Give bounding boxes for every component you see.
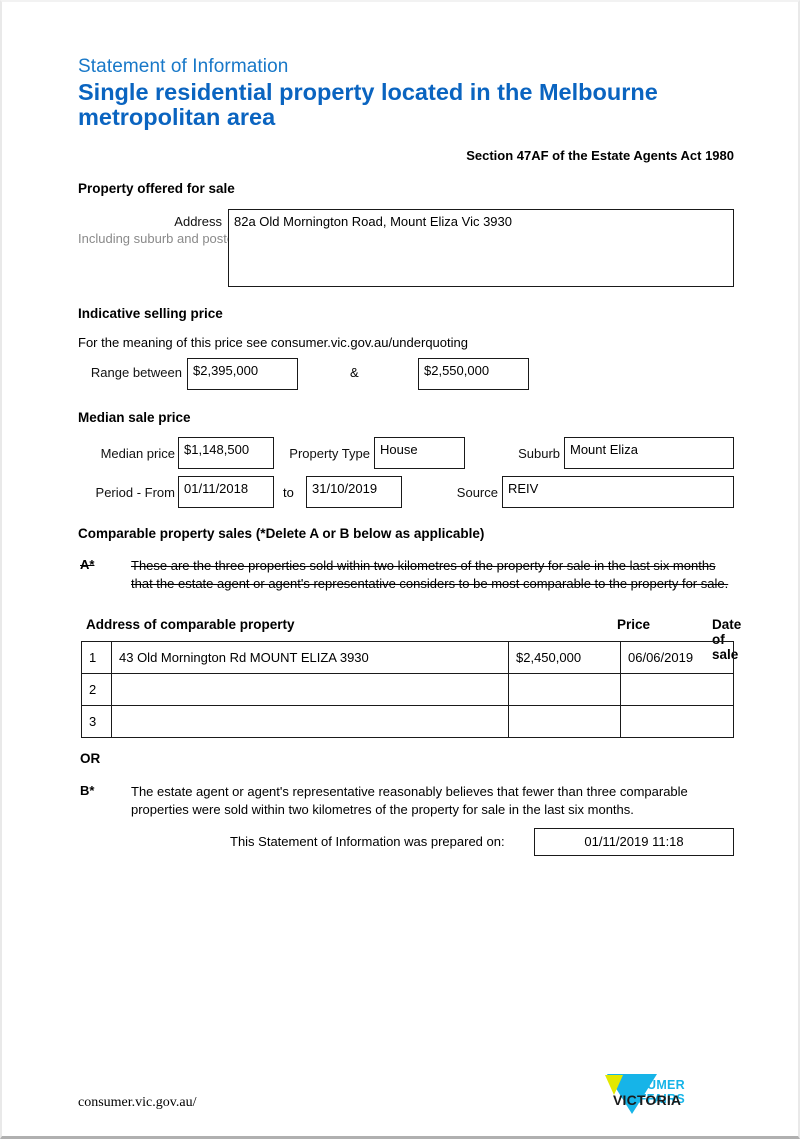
- period-from-label: Period - From: [95, 485, 175, 500]
- range-low-input[interactable]: $2,395,000: [187, 358, 298, 390]
- or-label: OR: [80, 751, 101, 766]
- ampersand-label: &: [350, 365, 359, 380]
- property-type-input[interactable]: House: [374, 437, 465, 469]
- row-price[interactable]: [508, 673, 621, 706]
- address-sublabel: Including suburb and postcode: [78, 231, 256, 246]
- suburb-input[interactable]: Mount Eliza: [564, 437, 734, 469]
- row-number: 3: [81, 705, 112, 738]
- table-row[interactable]: 3: [81, 705, 734, 738]
- comparable-table-header: Address of comparable property Price Dat…: [86, 617, 741, 662]
- section-heading-property: Property offered for sale: [78, 181, 235, 196]
- row-address[interactable]: [111, 705, 509, 738]
- median-price-input[interactable]: $1,148,500: [178, 437, 274, 469]
- option-b-marker: B*: [80, 783, 95, 798]
- period-to-label: to: [283, 485, 294, 500]
- document-subtitle: Statement of Information: [78, 56, 289, 77]
- act-reference: Section 47AF of the Estate Agents Act 19…: [466, 148, 734, 163]
- period-from-input[interactable]: 01/11/2018: [178, 476, 274, 508]
- page-title: Single residential property located in t…: [78, 79, 658, 130]
- underquoting-note: For the meaning of this price see consum…: [78, 335, 468, 350]
- document-page: Statement of Information Single resident…: [0, 0, 800, 1139]
- row-date[interactable]: [620, 705, 734, 738]
- option-b-text: The estate agent or agent's representati…: [131, 784, 688, 817]
- address-input[interactable]: 82a Old Mornington Road, Mount Eliza Vic…: [228, 209, 734, 287]
- period-to-input[interactable]: 31/10/2019: [306, 476, 402, 508]
- prepared-on-value[interactable]: 01/11/2019 11:18: [534, 828, 734, 856]
- row-number: 2: [81, 673, 112, 706]
- section-heading-median: Median sale price: [78, 410, 191, 425]
- address-label: Address: [174, 214, 222, 229]
- section-heading-indicative: Indicative selling price: [78, 306, 223, 321]
- row-date[interactable]: 06/06/2019: [620, 641, 734, 674]
- col-header-price: Price: [617, 617, 651, 632]
- range-high-input[interactable]: $2,550,000: [418, 358, 529, 390]
- option-a-text: These are the three properties sold with…: [131, 558, 729, 591]
- option-a-marker: A*: [80, 557, 95, 572]
- section-heading-comparable: Comparable property sales (*Delete A or …: [78, 526, 485, 541]
- table-row[interactable]: 2: [81, 673, 734, 706]
- range-between-label: Range between: [90, 365, 182, 380]
- comparable-sales-table: 1 43 Old Mornington Rd MOUNT ELIZA 3930 …: [81, 641, 734, 738]
- row-price[interactable]: [508, 705, 621, 738]
- col-header-address: Address of comparable property: [86, 617, 295, 632]
- row-address[interactable]: 43 Old Mornington Rd MOUNT ELIZA 3930: [111, 641, 509, 674]
- prepared-on-label: This Statement of Information was prepar…: [230, 834, 505, 849]
- table-row[interactable]: 1 43 Old Mornington Rd MOUNT ELIZA 3930 …: [81, 641, 734, 674]
- row-number: 1: [81, 641, 112, 674]
- consumer-affairs-victoria-logo: CONSUMER AFFAIRS VICTORIA: [585, 1072, 737, 1120]
- source-label: Source: [456, 485, 498, 500]
- row-date[interactable]: [620, 673, 734, 706]
- suburb-label: Suburb: [518, 446, 560, 461]
- footer-url[interactable]: consumer.vic.gov.au/: [78, 1095, 196, 1111]
- row-price[interactable]: $2,450,000: [508, 641, 621, 674]
- row-address[interactable]: [111, 673, 509, 706]
- logo-victoria-text: VICTORIA: [613, 1092, 682, 1108]
- source-input[interactable]: REIV: [502, 476, 734, 508]
- property-type-label: Property Type: [289, 446, 370, 461]
- median-price-label: Median price: [100, 446, 175, 461]
